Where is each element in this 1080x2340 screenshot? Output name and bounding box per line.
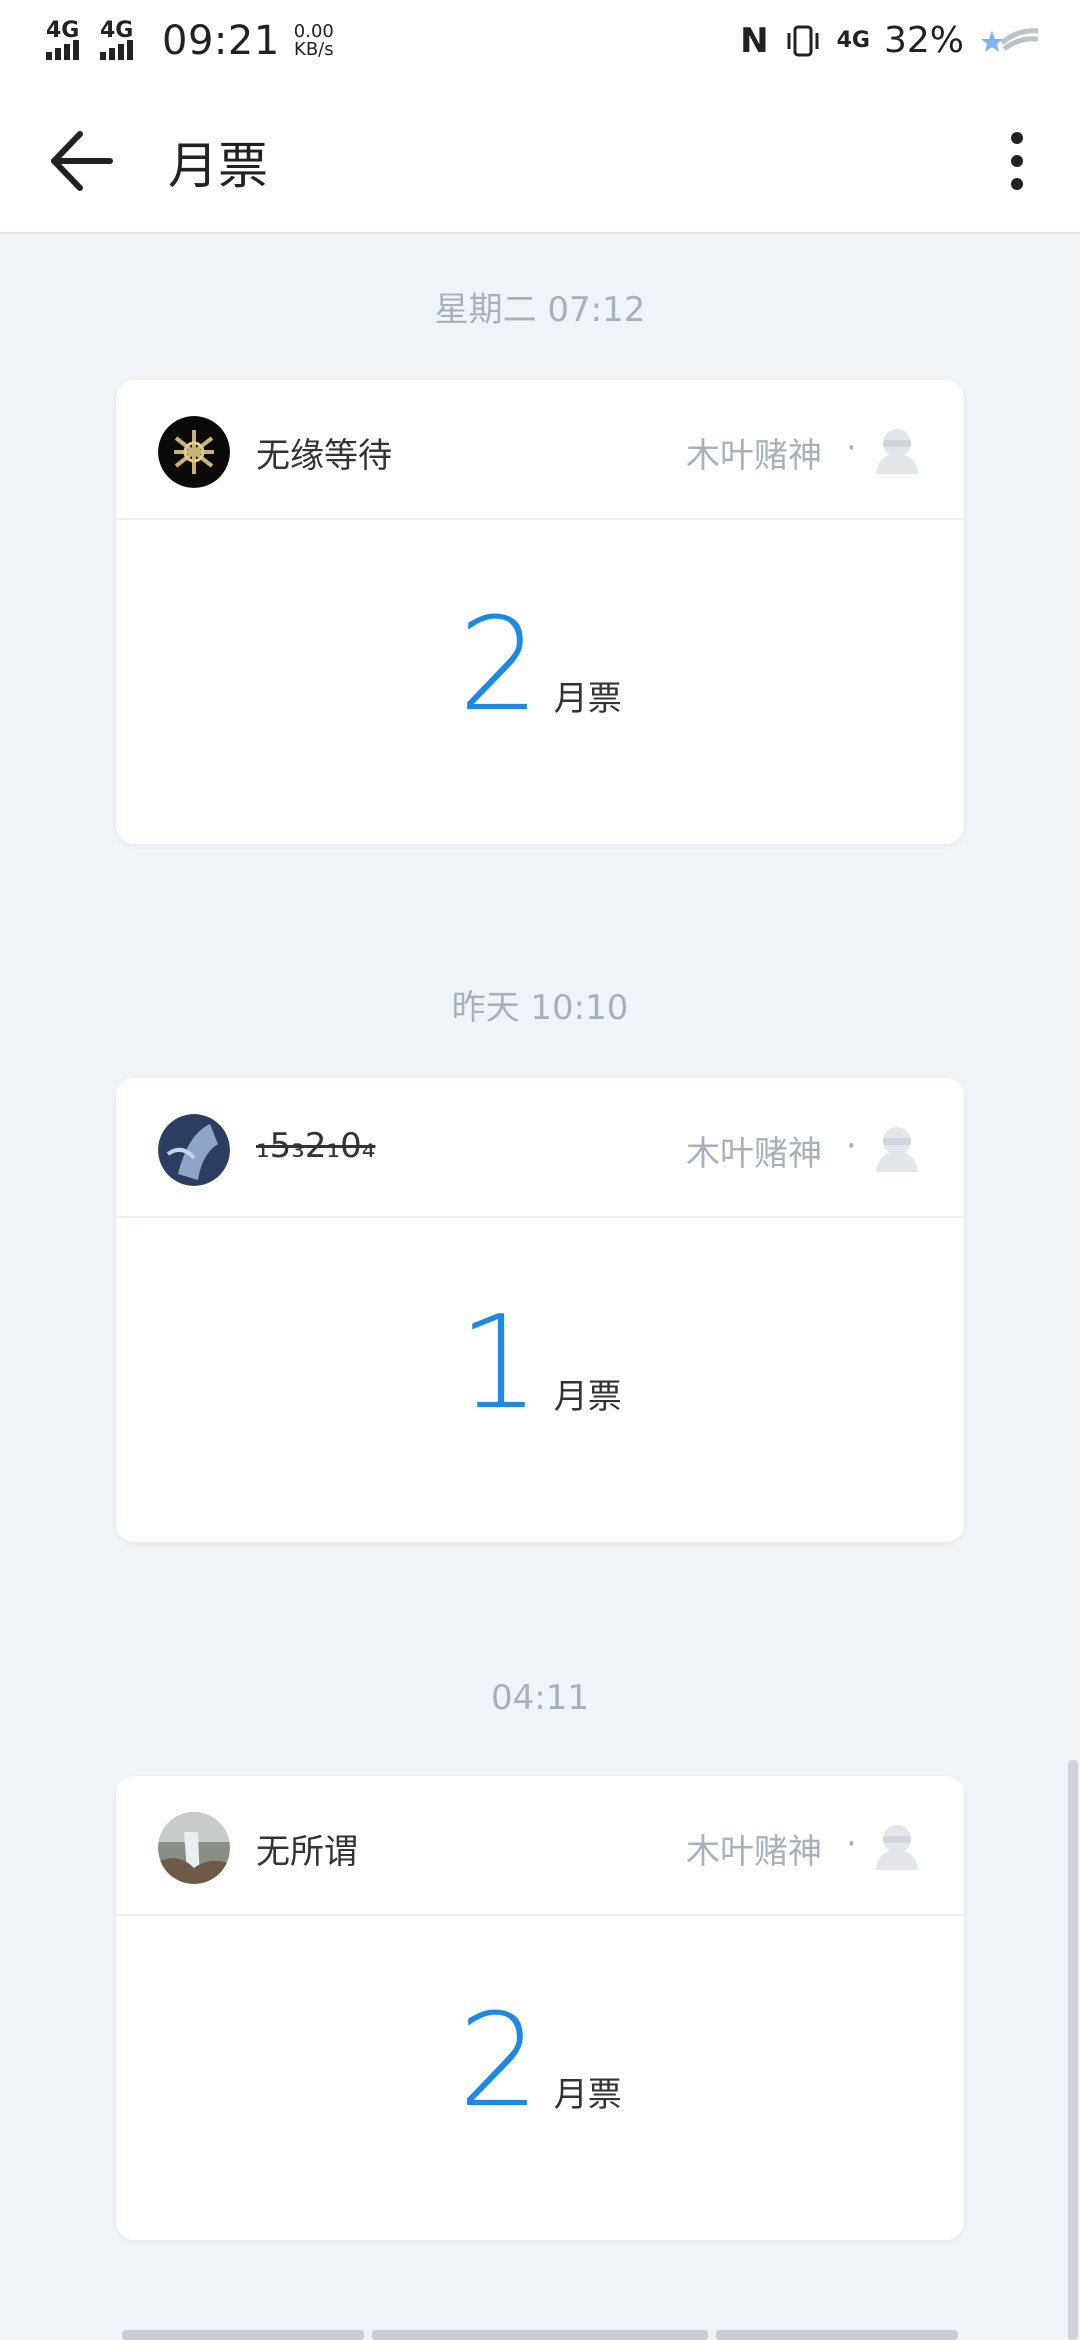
avatar[interactable] <box>158 416 230 488</box>
screen: 4G 4G 09:21 0.00 KB/s N 4G 32% 月票 星期二 07… <box>0 0 1080 2340</box>
sender-name[interactable]: 无所谓 <box>256 1824 358 1873</box>
network-type: 4G <box>836 27 870 53</box>
status-right: N 4G 32% <box>740 20 1040 61</box>
ticket-amount: 2 <box>458 591 540 740</box>
recipient-name: 木叶赌神 <box>686 1134 822 1174</box>
ticket-card[interactable]: ₁5₃2₁0₄ 木叶赌神 · 1 月票 <box>116 1078 964 1542</box>
nfc-icon: N <box>740 20 769 61</box>
sender-name[interactable]: 无缘等待 <box>256 428 392 477</box>
card-header: 无缘等待 木叶赌神 · <box>116 380 964 520</box>
amount-row: 1 月票 <box>116 1289 964 1438</box>
signal-sim1-icon: 4G <box>44 18 94 62</box>
item-time-label: 昨天 10:10 <box>451 988 629 1028</box>
amount-row: 2 月票 <box>116 1987 964 2136</box>
sender-name[interactable]: ₁5₃2₁0₄ <box>256 1126 375 1166</box>
card-header: 无所谓 木叶赌神 · <box>116 1776 964 1916</box>
bottom-bar-segment <box>372 2330 708 2340</box>
vibrate-icon <box>787 25 819 56</box>
anonymous-user-icon <box>876 1127 918 1172</box>
page-title: 月票 <box>168 137 268 195</box>
ticket-unit: 月票 <box>553 679 622 719</box>
scrollbar[interactable] <box>1068 1760 1078 2340</box>
card-body: 1 月票 <box>116 1218 964 1542</box>
anonymous-user-icon <box>876 1825 918 1870</box>
separator-dot: · <box>846 1126 857 1166</box>
ticket-amount: 1 <box>458 1289 540 1438</box>
avatar[interactable] <box>158 1114 230 1186</box>
ticket-card[interactable]: 无缘等待 木叶赌神 · 2 月票 <box>116 380 964 844</box>
status-time: 09:21 <box>162 18 280 64</box>
speed-unit: KB/s <box>294 39 334 60</box>
more-options-icon[interactable] <box>986 124 1046 198</box>
back-arrow-icon[interactable] <box>44 124 118 198</box>
bottom-bar-segment <box>716 2330 958 2340</box>
ticket-unit: 月票 <box>553 2075 622 2115</box>
battery-level: 32% <box>883 20 964 61</box>
ticket-amount: 2 <box>458 1987 540 2136</box>
avatar[interactable] <box>158 1812 230 1884</box>
card-body: 2 月票 <box>116 520 964 844</box>
recipient-name: 木叶赌神 <box>686 436 822 476</box>
amount-row: 2 月票 <box>116 591 964 740</box>
card-header: ₁5₃2₁0₄ 木叶赌神 · <box>116 1078 964 1218</box>
item-time-label: 星期二 07:12 <box>434 290 646 330</box>
separator-dot: · <box>846 1824 857 1864</box>
card-body: 2 月票 <box>116 1916 964 2240</box>
status-bar: 4G 4G 09:21 0.00 KB/s N 4G 32% <box>0 0 1080 84</box>
bottom-bar-segment <box>122 2330 364 2340</box>
ticket-card[interactable]: 无所谓 木叶赌神 · 2 月票 <box>116 1776 964 2240</box>
app-bar: 月票 <box>0 84 1080 234</box>
status-left: 4G 4G 09:21 0.00 KB/s <box>44 18 334 64</box>
item-time-label: 04:11 <box>491 1678 589 1718</box>
signal-sim2-icon: 4G <box>98 18 148 62</box>
network-speed: 0.00 KB/s <box>294 23 334 59</box>
anonymous-user-icon <box>876 429 918 474</box>
recipient-name: 木叶赌神 <box>686 1832 822 1872</box>
separator-dot: · <box>846 428 857 468</box>
ticket-unit: 月票 <box>553 1377 622 1417</box>
weather-icon <box>981 27 1039 52</box>
